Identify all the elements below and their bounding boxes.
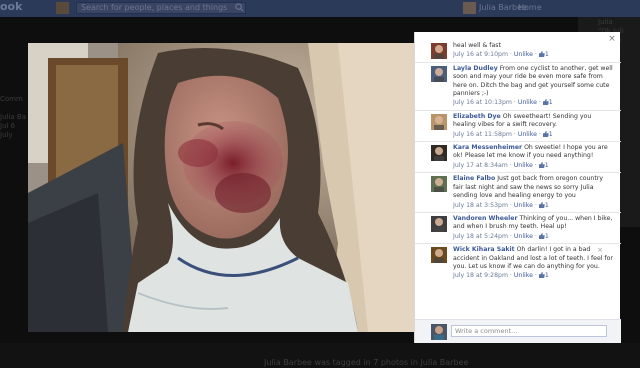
comment-meta: July 18 at 3:53pm · Unlike · 1 (453, 201, 549, 209)
comment-body: Wick Kihara Sakit Oh darlin! I got in a … (453, 246, 615, 271)
unlike-link[interactable]: Unlike (514, 51, 533, 58)
like-count[interactable]: 1 (538, 161, 549, 169)
unlike-link[interactable]: Unlike (518, 99, 537, 106)
write-comment-row (415, 319, 621, 343)
commenter-avatar[interactable] (431, 145, 447, 162)
unlike-link[interactable]: Unlike (514, 233, 533, 240)
comment-item: Layla Dudley From one cyclist to another… (415, 61, 621, 110)
comment-timestamp[interactable]: July 18 at 9:28pm (453, 272, 508, 279)
avatar-image (431, 176, 447, 193)
comment-timestamp[interactable]: July 18 at 5:24pm (453, 233, 508, 240)
comments-panel: × heal well & fast July 16 at 9:10pm · Un… (414, 32, 621, 343)
comment-item: × Wick Kihara Sakit Oh darlin! I got in a… (415, 243, 621, 283)
comment-body: Elaine Falbo Just got back from oregon c… (453, 175, 615, 200)
comment-meta: July 16 at 10:13pm · Unlike · 1 (453, 99, 553, 107)
commenter-avatar[interactable] (431, 113, 447, 130)
comment-timestamp[interactable]: July 17 at 8:34am (453, 162, 508, 169)
home-link[interactable]: Home (518, 2, 542, 13)
like-count-value: 1 (544, 201, 549, 209)
photo-image (28, 43, 414, 332)
like-count-value: 1 (548, 99, 553, 107)
current-user-avatar (431, 324, 447, 340)
like-count[interactable]: 1 (542, 99, 553, 107)
commenter-name[interactable]: Kara Messenheimer (453, 144, 522, 151)
comment-item: Elizabeth Dye Oh sweetheart! Sending you… (415, 109, 621, 141)
search-icon[interactable] (235, 3, 244, 12)
unlike-link[interactable]: Unlike (514, 272, 533, 279)
left-column-text: Comm Julia Ba Jul 6 July (0, 95, 26, 139)
comment-body: Vandoren Wheeler Thinking of you... when… (453, 215, 615, 232)
comment-meta: July 16 at 11:58pm · Unlike · 1 (453, 130, 553, 138)
avatar-image (431, 247, 447, 264)
comment-list: heal well & fast July 16 at 9:10pm · Unli… (415, 40, 621, 283)
comment-body: Kara Messenheimer Oh sweetie! I hope you… (453, 144, 615, 161)
like-count-value: 1 (548, 130, 553, 138)
like-count-value: 1 (544, 161, 549, 169)
comment-timestamp[interactable]: July 16 at 11:58pm (453, 131, 512, 138)
comment-timestamp[interactable]: July 16 at 9:10pm (453, 51, 508, 58)
like-count[interactable]: 1 (538, 201, 549, 209)
avatar-image (431, 65, 447, 82)
avatar-image (431, 145, 447, 162)
top-bar: ook Search for people, places and things… (0, 0, 640, 17)
comment-body: Layla Dudley From one cyclist to another… (453, 65, 615, 99)
like-count-value: 1 (544, 51, 549, 59)
avatar-image (431, 113, 447, 130)
remove-comment-icon[interactable]: × (597, 246, 603, 254)
commenter-name[interactable]: Wick Kihara Sakit (453, 246, 515, 253)
commenter-name[interactable]: Elaine Falbo (453, 175, 495, 182)
comment-timestamp[interactable]: July 16 at 10:13pm (453, 99, 512, 106)
comment-item: Vandoren Wheeler Thinking of you... when… (415, 211, 621, 243)
commenter-name[interactable]: Vandoren Wheeler (453, 215, 518, 222)
photo[interactable] (28, 43, 414, 332)
comment-item: Kara Messenheimer Oh sweetie! I hope you… (415, 141, 621, 172)
unlike-link[interactable]: Unlike (514, 202, 533, 209)
comment-meta: July 18 at 9:28pm · Unlike · 1 (453, 272, 549, 280)
comment-timestamp[interactable]: July 18 at 3:53pm (453, 202, 508, 209)
like-count[interactable]: 1 (538, 272, 549, 280)
like-count-value: 1 (544, 232, 549, 240)
commenter-avatar[interactable] (431, 247, 447, 264)
unlike-link[interactable]: Unlike (518, 131, 537, 138)
facebook-logo[interactable]: ook (0, 0, 22, 14)
comment-meta: July 16 at 9:10pm · Unlike · 1 (453, 51, 549, 59)
like-count[interactable]: 1 (542, 130, 553, 138)
avatar-image (431, 43, 447, 59)
avatar-image (431, 215, 447, 232)
comment-body: heal well & fast (453, 42, 615, 50)
commenter-avatar[interactable] (431, 215, 447, 232)
comment-text: heal well & fast (453, 42, 501, 49)
search-input[interactable]: Search for people, places and things (81, 3, 227, 13)
commenter-name[interactable]: Layla Dudley (453, 65, 498, 72)
comment-item: Elaine Falbo Just got back from oregon c… (415, 172, 621, 212)
comment-item: heal well & fast July 16 at 9:10pm · Unli… (415, 40, 621, 62)
comment-input[interactable] (451, 325, 607, 337)
comment-meta: July 18 at 5:24pm · Unlike · 1 (453, 232, 549, 240)
like-count-value: 1 (544, 272, 549, 280)
comment-meta: July 17 at 8:34am · Unlike · 1 (453, 161, 549, 169)
commenter-name[interactable]: Elizabeth Dye (453, 113, 501, 120)
like-count[interactable]: 1 (538, 51, 549, 59)
commenter-avatar[interactable] (431, 65, 447, 82)
like-count[interactable]: 1 (538, 232, 549, 240)
comment-body: Elizabeth Dye Oh sweetheart! Sending you… (453, 113, 615, 130)
friend-requests-icon[interactable] (56, 2, 69, 14)
user-avatar[interactable] (463, 2, 476, 14)
bottom-story-text: Julia Barbee was tagged in 7 photos in J… (264, 358, 469, 367)
unlike-link[interactable]: Unlike (514, 162, 533, 169)
commenter-avatar[interactable] (431, 43, 447, 59)
search-box[interactable]: Search for people, places and things (76, 2, 246, 14)
commenter-avatar[interactable] (431, 176, 447, 193)
